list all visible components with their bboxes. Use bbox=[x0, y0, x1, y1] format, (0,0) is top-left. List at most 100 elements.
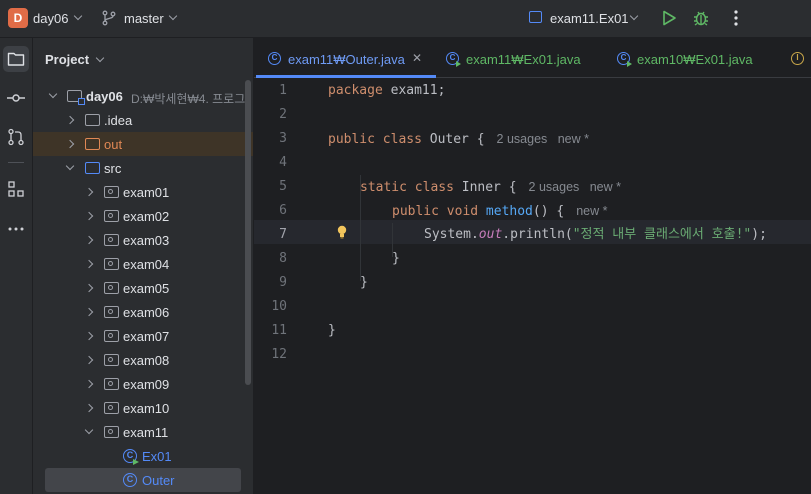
tree-item-class-ex01[interactable]: C Ex01 bbox=[33, 444, 253, 468]
tree-item-package[interactable]: exam02 bbox=[33, 204, 253, 228]
chevron-down-icon[interactable] bbox=[95, 53, 105, 63]
code-line-1: package exam11; bbox=[328, 83, 446, 98]
tree-item-idea[interactable]: .idea bbox=[33, 108, 253, 132]
chevron-down-icon[interactable] bbox=[48, 89, 58, 99]
project-panel: Project day06 D:₩박세현₩4. 프로그 .idea out sr… bbox=[33, 38, 254, 494]
line-number: 3 bbox=[279, 131, 287, 146]
tree-item-package[interactable]: exam04 bbox=[33, 252, 253, 276]
package-icon bbox=[104, 258, 119, 270]
code-line-8: } bbox=[392, 251, 400, 266]
chevron-down-icon[interactable] bbox=[168, 11, 178, 21]
tree-item-src[interactable]: src bbox=[33, 156, 253, 180]
tree-item-package[interactable]: exam08 bbox=[33, 348, 253, 372]
tree-item-package[interactable]: exam11 bbox=[33, 420, 253, 444]
run-icon[interactable] bbox=[660, 9, 678, 27]
line-number: 1 bbox=[279, 83, 287, 98]
package-icon bbox=[104, 234, 119, 246]
tree-item-label: exam02 bbox=[123, 209, 170, 224]
tree-item-out[interactable]: out bbox=[33, 132, 253, 156]
tree-item-package[interactable]: exam07 bbox=[33, 324, 253, 348]
folder-icon bbox=[7, 52, 25, 66]
editor-tab-bar: C exam11₩Outer.java ✕ C exam11₩Ex01.java… bbox=[254, 38, 811, 78]
project-tool-button[interactable] bbox=[3, 46, 29, 72]
structure-tool-button[interactable] bbox=[3, 176, 29, 202]
tree-item-package[interactable]: exam01 bbox=[33, 180, 253, 204]
tab-ex01-java[interactable]: C exam11₩Ex01.java bbox=[446, 38, 596, 78]
tree-item-label: .idea bbox=[104, 113, 133, 128]
chevron-right-icon[interactable] bbox=[84, 403, 94, 413]
lightbulb-icon[interactable] bbox=[337, 225, 347, 239]
tree-item-package[interactable]: exam03 bbox=[33, 228, 253, 252]
tree-item-package[interactable]: exam06 bbox=[33, 300, 253, 324]
tree-item-label: Outer bbox=[142, 473, 175, 488]
active-tab-indicator bbox=[256, 75, 436, 78]
tree-root-day06[interactable]: day06 D:₩박세현₩4. 프로그 bbox=[33, 84, 253, 108]
more-tools-button[interactable] bbox=[3, 216, 29, 242]
tree-item-package[interactable]: exam05 bbox=[33, 276, 253, 300]
chevron-right-icon[interactable] bbox=[65, 115, 75, 125]
package-icon bbox=[104, 282, 119, 294]
debug-icon[interactable] bbox=[692, 8, 710, 28]
tree-item-label: exam03 bbox=[123, 233, 170, 248]
tree-item-label: exam01 bbox=[123, 185, 170, 200]
package-icon bbox=[104, 210, 119, 222]
usage-hint: 2 usages new * bbox=[496, 132, 589, 146]
panel-title[interactable]: Project bbox=[45, 52, 89, 67]
run-config-selector[interactable]: exam11.Ex01 bbox=[550, 11, 629, 26]
package-icon bbox=[104, 378, 119, 390]
chevron-right-icon[interactable] bbox=[84, 355, 94, 365]
chevron-down-icon[interactable] bbox=[629, 11, 639, 21]
tree-item-label: exam04 bbox=[123, 257, 170, 272]
vcs-tool-button[interactable] bbox=[3, 124, 29, 150]
java-class-icon: C bbox=[123, 449, 139, 465]
tree-item-package[interactable]: exam10 bbox=[33, 396, 253, 420]
usage-hint: 2 usages new * bbox=[528, 180, 621, 194]
line-number: 12 bbox=[271, 347, 287, 362]
run-config-icon[interactable] bbox=[529, 11, 542, 23]
more-vertical-icon[interactable] bbox=[728, 8, 744, 28]
tree-item-package[interactable]: exam09 bbox=[33, 372, 253, 396]
folder-icon bbox=[85, 114, 100, 126]
java-class-icon: C bbox=[268, 52, 281, 65]
tree-item-label: exam09 bbox=[123, 377, 170, 392]
chevron-right-icon[interactable] bbox=[65, 139, 75, 149]
chevron-right-icon[interactable] bbox=[84, 283, 94, 293]
chevron-right-icon[interactable] bbox=[84, 211, 94, 221]
chevron-right-icon[interactable] bbox=[84, 379, 94, 389]
usage-hint: new * bbox=[576, 204, 608, 218]
project-badge[interactable]: D bbox=[8, 8, 28, 28]
pull-request-icon bbox=[8, 128, 24, 146]
code-line-6: public void method() {new * bbox=[392, 204, 608, 219]
code-line-9: } bbox=[360, 275, 368, 290]
line-number: 9 bbox=[279, 275, 287, 290]
git-branch-icon[interactable] bbox=[101, 10, 117, 26]
tree-item-label: exam08 bbox=[123, 353, 170, 368]
line-number: 10 bbox=[271, 299, 287, 314]
commit-tool-button[interactable] bbox=[3, 85, 29, 111]
chevron-right-icon[interactable] bbox=[84, 307, 94, 317]
chevron-right-icon[interactable] bbox=[84, 259, 94, 269]
chevron-down-icon[interactable] bbox=[84, 425, 94, 435]
code-line-3: public class Outer {2 usages new * bbox=[328, 132, 589, 147]
project-name[interactable]: day06 bbox=[33, 11, 68, 26]
vertical-scrollbar[interactable] bbox=[245, 80, 251, 385]
tab-outer-java[interactable]: C exam11₩Outer.java ✕ bbox=[256, 38, 438, 78]
excluded-folder-icon bbox=[85, 138, 100, 150]
chevron-down-icon[interactable] bbox=[65, 161, 75, 171]
tree-item-label: exam11 bbox=[123, 425, 169, 440]
tab-overflow[interactable]: I bbox=[791, 38, 811, 78]
toolstrip-divider bbox=[8, 162, 24, 163]
tool-window-strip bbox=[0, 38, 33, 494]
chevron-down-icon[interactable] bbox=[73, 11, 83, 21]
package-icon bbox=[104, 186, 119, 198]
code-line-5: static class Inner {2 usages new * bbox=[360, 180, 621, 195]
tab-ex01-java-exam10[interactable]: C exam10₩Ex01.java bbox=[617, 38, 767, 78]
branch-name[interactable]: master bbox=[124, 11, 164, 26]
tree-item-class-outer[interactable]: C Outer bbox=[45, 468, 241, 492]
close-icon[interactable]: ✕ bbox=[412, 51, 422, 65]
package-icon bbox=[104, 354, 119, 366]
chevron-right-icon[interactable] bbox=[84, 187, 94, 197]
chevron-right-icon[interactable] bbox=[84, 331, 94, 341]
line-number: 8 bbox=[279, 251, 287, 266]
chevron-right-icon[interactable] bbox=[84, 235, 94, 245]
